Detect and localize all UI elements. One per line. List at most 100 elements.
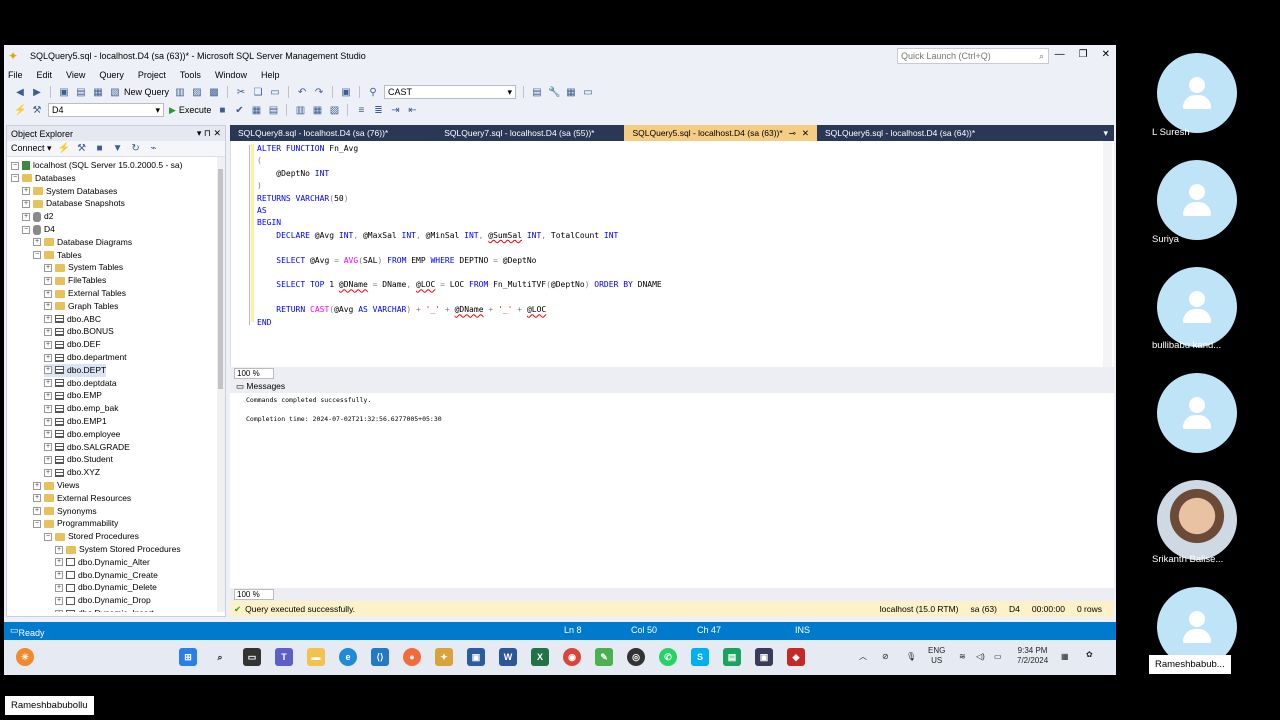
tree-node[interactable]: + dbo.DEPT [44, 363, 107, 377]
whatsapp-icon[interactable]: ✆ [659, 648, 677, 666]
change-connection-icon[interactable]: ⚒ [31, 105, 43, 116]
forward-icon[interactable]: ▶ [31, 87, 43, 98]
save-icon[interactable]: ▦ [92, 87, 104, 98]
collapse-icon[interactable]: − [44, 532, 52, 541]
collapse-icon[interactable]: − [33, 251, 41, 260]
connect-icon[interactable]: ⚡ [14, 105, 26, 116]
menu-file[interactable]: File [8, 70, 23, 80]
tree-node[interactable]: + dbo.SALGRADE [44, 441, 130, 454]
edge-icon[interactable]: e [339, 648, 357, 666]
network-off-icon[interactable]: ⊘ [882, 652, 889, 662]
task-view-icon[interactable]: ▭ [243, 648, 261, 666]
activity-monitor-icon[interactable]: ▣ [340, 87, 352, 98]
paste-icon[interactable]: ▭ [269, 87, 281, 98]
box-icon[interactable]: ◆ [787, 648, 805, 666]
tab-overflow-icon[interactable]: ▾ [1103, 128, 1114, 139]
connect-button[interactable]: Connect ▾ [11, 143, 52, 154]
window-layout-icon[interactable]: ▭ [582, 87, 594, 98]
expand-icon[interactable]: + [44, 379, 52, 388]
expand-icon[interactable]: + [44, 443, 52, 452]
tree-node[interactable]: + dbo.Dynamic_Alter [55, 556, 150, 569]
tab-sqlquery8[interactable]: SQLQuery8.sql - localhost.D4 (sa (76))* [230, 125, 396, 141]
editor-scrollbar[interactable] [1103, 141, 1112, 368]
close-button[interactable]: ✕ [1102, 49, 1110, 60]
messages-zoom-combo[interactable]: 100 % [234, 589, 274, 600]
restore-button[interactable]: ❐ [1079, 49, 1088, 60]
search-icon[interactable]: ⌕ [211, 648, 229, 666]
expand-icon[interactable]: + [44, 366, 52, 375]
obs-icon[interactable]: ◎ [627, 648, 645, 666]
expand-icon[interactable]: + [44, 404, 52, 413]
query-editor[interactable]: ALTER FUNCTION Fn_Avg ( @DeptNo INT ) RE… [230, 141, 1114, 368]
tree-node[interactable]: + d2 [22, 210, 53, 223]
toolbox-icon[interactable]: ▦ [565, 87, 577, 98]
expand-icon[interactable]: + [44, 391, 52, 400]
tree-node[interactable]: + dbo.BONUS [44, 325, 114, 338]
chat-icon[interactable]: ▤ [723, 648, 741, 666]
battery-icon[interactable]: ▭ [994, 652, 1002, 662]
filter-icon[interactable]: ▼ [112, 143, 124, 154]
tree-node[interactable]: + System Databases [22, 185, 117, 198]
tree-node[interactable]: + External Resources [33, 492, 131, 505]
language-indicator[interactable]: ENG US [928, 646, 945, 666]
tree-node[interactable]: − Programmability [33, 517, 118, 530]
execute-button[interactable]: ▶ Execute [169, 105, 211, 116]
sql-code[interactable]: ALTER FUNCTION Fn_Avg ( @DeptNo INT ) RE… [257, 143, 662, 329]
find-combo[interactable]: CAST ▾ [384, 85, 517, 99]
expand-icon[interactable]: + [44, 468, 52, 477]
tree-node[interactable]: + Graph Tables [44, 300, 118, 313]
messages-tab[interactable]: ▭ Messages [230, 380, 1114, 393]
tree-node[interactable]: + dbo.XYZ [44, 466, 100, 479]
weather-icon[interactable]: ☀ [16, 648, 34, 666]
new-query-button[interactable]: ▧ New Query [109, 87, 169, 98]
tree-node[interactable]: + Database Diagrams [33, 236, 132, 249]
minimize-button[interactable]: — [1055, 49, 1065, 60]
notification-icon[interactable]: ▦ [1061, 652, 1069, 662]
mdx-icon[interactable]: ▨ [191, 87, 203, 98]
expand-icon[interactable]: + [44, 353, 52, 362]
tab-sqlquery6[interactable]: SQLQuery6.sql - localhost.D4 (sa (64))* [817, 125, 983, 141]
tree-node[interactable]: − D4 [22, 223, 55, 236]
expand-icon[interactable]: + [33, 494, 41, 503]
tree-node[interactable]: + FileTables [44, 274, 106, 287]
connect-plug-icon[interactable]: ⚡ [58, 143, 70, 154]
tree-node[interactable]: + dbo.Student [44, 453, 113, 466]
back-icon[interactable]: ◀ [14, 87, 26, 98]
parse-check-icon[interactable]: ✔ [233, 105, 245, 116]
start-icon[interactable]: ⊞ [179, 648, 197, 666]
postman-icon[interactable]: ● [403, 648, 421, 666]
menu-view[interactable]: View [66, 70, 85, 80]
expand-icon[interactable]: + [55, 596, 63, 605]
expand-icon[interactable]: + [44, 340, 52, 349]
vscode-icon[interactable]: ⟨⟩ [371, 648, 389, 666]
find-icon[interactable]: ⚲ [367, 87, 379, 98]
results-grid-icon[interactable]: ▦ [311, 105, 323, 116]
tree-node[interactable]: − Stored Procedures [44, 530, 139, 543]
menu-edit[interactable]: Edit [37, 70, 53, 80]
expand-icon[interactable]: + [55, 609, 63, 612]
dmx-icon[interactable]: ▩ [208, 87, 220, 98]
menu-project[interactable]: Project [138, 70, 166, 80]
properties-icon[interactable]: ▤ [531, 87, 543, 98]
expand-icon[interactable]: + [44, 327, 52, 336]
wifi-icon[interactable]: ≋ [959, 652, 966, 662]
tab-sqlquery5[interactable]: SQLQuery5.sql - localhost.D4 (sa (63))* … [624, 125, 817, 141]
tree-node[interactable]: + dbo.ABC [44, 313, 101, 326]
expand-icon[interactable]: + [55, 583, 63, 592]
expand-icon[interactable]: + [44, 315, 52, 324]
collapse-icon[interactable]: − [33, 519, 41, 528]
expand-icon[interactable]: + [33, 238, 41, 247]
expand-icon[interactable]: + [44, 263, 52, 272]
expand-icon[interactable]: + [55, 571, 63, 580]
terminal-icon[interactable]: ▣ [755, 648, 773, 666]
pin-icon[interactable]: ⊸ [789, 125, 796, 141]
teams-icon[interactable]: T [275, 648, 293, 666]
activity-icon[interactable]: ⌁ [148, 143, 160, 154]
database-combo[interactable]: D4 ▾ [48, 103, 164, 117]
disconnect-icon[interactable]: ⚒ [76, 143, 88, 154]
tree-node[interactable]: + dbo.EMP1 [44, 415, 107, 428]
expand-icon[interactable]: + [55, 545, 63, 554]
volume-icon[interactable]: ◁) [976, 652, 985, 662]
chrome-icon[interactable]: ◉ [563, 648, 581, 666]
tree-node[interactable]: + dbo.emp_bak [44, 402, 119, 415]
